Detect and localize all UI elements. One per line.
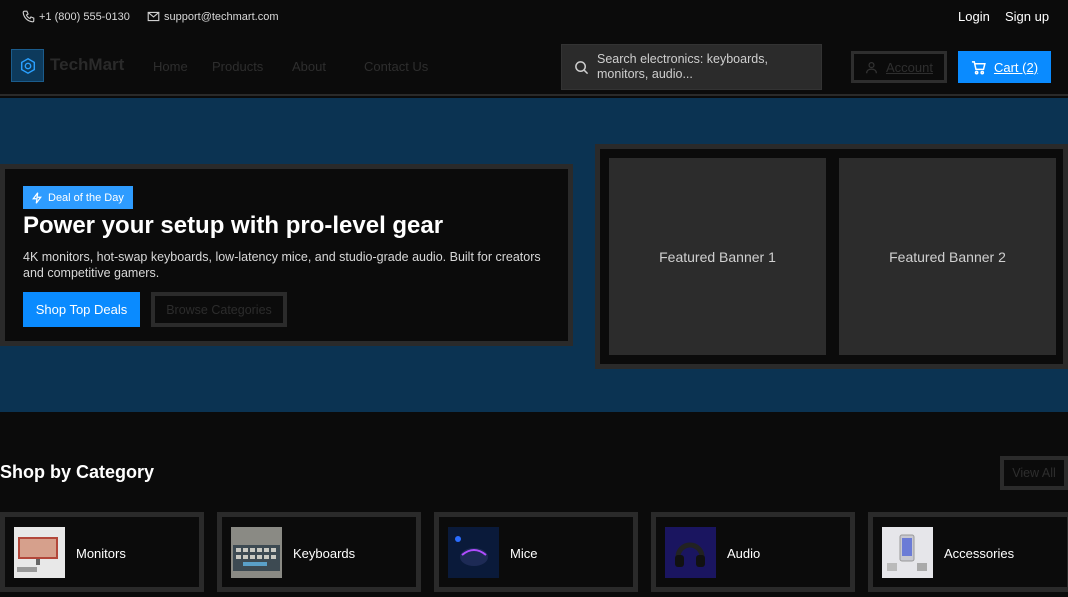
account-button[interactable]: Account [851,51,947,83]
cart-button[interactable]: Cart (2) [958,51,1051,83]
nav-link-about[interactable]: About [292,59,326,74]
email-address: support@techmart.com [164,10,279,23]
featured-banners: Featured Banner 1 Featured Banner 2 [595,144,1068,369]
signup-link[interactable]: Sign up [1005,9,1049,24]
phone-number: +1 (800) 555-0130 [39,10,130,23]
featured-banner-1[interactable]: Featured Banner 1 [609,158,826,355]
category-card-accessories[interactable]: Accessories [868,512,1068,592]
shop-top-deals-button[interactable]: Shop Top Deals [23,292,140,327]
category-label: Accessories [944,546,1015,561]
featured-banner-2[interactable]: Featured Banner 2 [839,158,1056,355]
nav-link-home[interactable]: Home [153,59,188,74]
search-icon [575,61,589,75]
account-label: Account [886,59,933,75]
cart-icon [971,60,986,75]
section-title: Shop by Category [0,462,155,482]
nav-link-contact[interactable]: Contact Us [364,59,428,74]
email-contact[interactable]: support@techmart.com [147,10,279,23]
category-card-keyboards[interactable]: Keyboards [217,512,421,592]
category-card-audio[interactable]: Audio [651,512,855,592]
brand-name[interactable]: TechMart [50,55,124,75]
accessories-thumbnail [882,527,933,578]
phone-contact[interactable]: +1 (800) 555-0130 [22,10,130,23]
hero-card: Deal of the Day Power your setup with pr… [0,164,573,346]
deal-badge: Deal of the Day [23,186,133,209]
category-card-mice[interactable]: Mice [434,512,638,592]
lightning-icon [32,191,42,204]
keyboards-thumbnail [231,527,282,578]
deal-badge-label: Deal of the Day [48,191,124,204]
category-label: Audio [727,546,761,561]
main-nav: TechMart Home Products About Contact Us … [0,38,1068,96]
phone-icon [22,10,35,23]
monitors-thumbnail [14,527,65,578]
logo[interactable] [11,49,44,82]
category-label: Monitors [76,546,126,561]
hero-description: 4K monitors, hot-swap keyboards, low-lat… [23,250,541,280]
cart-label: Cart (2) [993,59,1039,75]
category-label: Keyboards [293,546,356,561]
category-card-monitors[interactable]: Monitors [0,512,204,592]
search-input[interactable]: Search electronics: keyboards, monitors,… [561,44,822,90]
hexagon-logo-icon [20,57,35,74]
mail-icon [147,11,160,22]
nav-link-products[interactable]: Products [212,59,263,74]
search-placeholder: Search electronics: keyboards, monitors,… [597,52,768,81]
user-icon [866,61,877,73]
browse-categories-button[interactable]: Browse Categories [151,292,287,327]
hero-title: Power your setup with pro-level gear [23,212,444,239]
login-link[interactable]: Login [958,9,990,24]
category-label: Mice [510,546,538,561]
utility-bar: +1 (800) 555-0130 support@techmart.com L… [0,0,1068,38]
view-all-button[interactable]: View All [1000,456,1068,490]
mice-thumbnail [448,527,499,578]
audio-thumbnail [665,527,716,578]
hero-section: Deal of the Day Power your setup with pr… [0,98,1068,412]
